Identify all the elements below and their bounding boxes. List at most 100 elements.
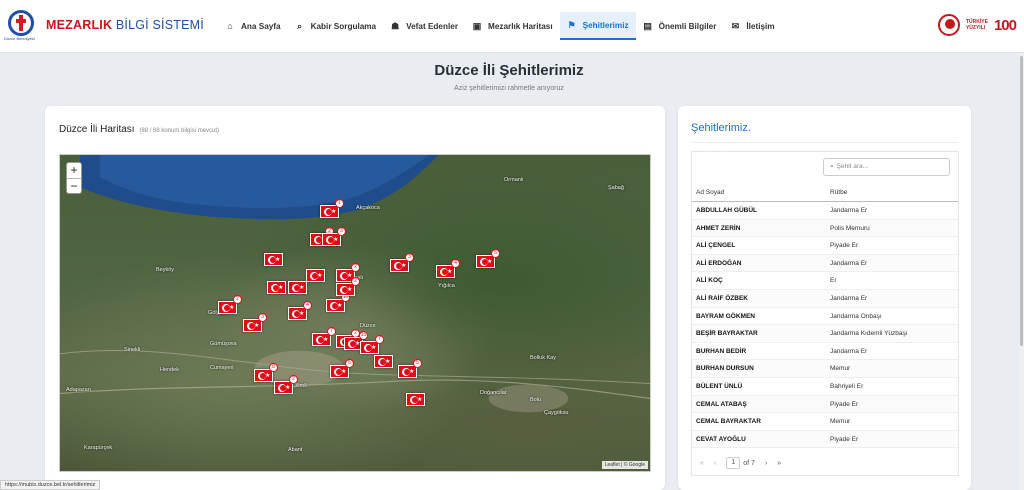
table-row[interactable]: CEMAL ATABAŞ Piyade Er xyxy=(692,395,958,414)
nav-label: Önemli Bilgiler xyxy=(658,21,717,31)
table-row[interactable]: BEŞİR BAYRAKTAR Jandarma Kıdemli Yüzbaşı xyxy=(692,325,958,343)
nav-iletisim[interactable]: ✉ İletişim xyxy=(723,12,781,40)
cell-name: CEVAT AYOĞLU xyxy=(696,435,746,443)
brand[interactable]: Düzce Belediyesi MEZARLIK BİLGİ SİSTEMİ xyxy=(4,8,204,42)
place-label: Doğancılar xyxy=(480,390,507,396)
nav-label: Şehitlerimiz xyxy=(582,20,629,30)
martyr-marker[interactable]: ★ xyxy=(306,269,325,282)
status-url: https://mubis.duzce.bel.tr/sehitlerimiz xyxy=(0,480,101,490)
col-header-rank[interactable]: Rütbe xyxy=(830,189,847,196)
nav-vefat-edenler[interactable]: ☗ Vefat Edenler xyxy=(383,12,465,40)
next-page-button[interactable]: › xyxy=(765,460,767,467)
marker-count: 7 xyxy=(327,327,336,336)
martyr-marker[interactable]: ★ xyxy=(267,281,286,294)
nav-onemli-bilgiler[interactable]: ▤ Önemli Bilgiler xyxy=(636,12,724,40)
marker-count: 2 xyxy=(289,375,298,384)
nav-ana-sayfa[interactable]: ⌂ Ana Sayfa xyxy=(218,12,288,40)
zoom-in-button[interactable]: + xyxy=(67,163,81,178)
martyr-marker[interactable]: ★ 10 xyxy=(326,293,350,312)
place-label: Şabağ xyxy=(608,185,624,191)
place-label: Düzce xyxy=(360,323,376,329)
cell-rank: Piyade Er xyxy=(830,242,859,250)
table-row[interactable]: BÜLENT ÜNLÜ Bahriyeli Er xyxy=(692,377,958,396)
site-title-rest: BİLGİ SİSTEMİ xyxy=(112,18,204,32)
martyr-marker[interactable]: ★2 xyxy=(218,295,242,314)
col-header-name[interactable]: Ad Soyad xyxy=(696,189,724,196)
martyr-marker[interactable]: ★ 5 xyxy=(476,249,500,268)
table-row[interactable]: BURHAN BEDİR Jandarma Er xyxy=(692,342,958,361)
martyr-marker[interactable]: ★ 7 xyxy=(360,335,384,354)
table-row[interactable]: CEMAL BAYRAKTAR Memur xyxy=(692,413,958,431)
martyr-marker[interactable]: ★ 3 xyxy=(322,227,346,246)
nav-label: Vefat Edenler xyxy=(406,21,458,31)
list-title: Şehitlerimiz. xyxy=(691,122,751,134)
last-page-button[interactable]: » xyxy=(777,460,781,467)
martyr-marker[interactable]: ★ xyxy=(406,393,425,406)
marker-count: 4 xyxy=(451,259,460,268)
martyr-marker[interactable]: ★ 5 xyxy=(398,359,422,378)
martyr-marker[interactable]: ★ xyxy=(288,281,307,294)
map-attribution[interactable]: Leaflet | © Google xyxy=(601,461,648,469)
cell-name: ALİ RAİF ÖZBEK xyxy=(696,294,748,302)
marker-count: 7 xyxy=(375,335,384,344)
marker-count: 5 xyxy=(491,249,500,258)
marker-count: 3 xyxy=(258,313,267,322)
table-row[interactable]: ABDULLAH GÜBÜL Jandarma Er xyxy=(692,202,958,220)
marker-count: 2 xyxy=(351,277,360,286)
martyr-marker[interactable]: ★ 5 xyxy=(330,359,354,378)
map-card-title: Düzce İli Haritası (88 / 88 konum bilgis… xyxy=(59,124,219,135)
zoom-out-button[interactable]: − xyxy=(67,178,81,193)
martyrs-table: ⌕ Şehit ara... Ad Soyad Rütbe ABDULLAH GÜ… xyxy=(691,151,959,476)
table-row[interactable]: ALİ KOÇ Er xyxy=(692,272,958,290)
zoom-control: + − xyxy=(66,162,82,194)
cell-rank: Jandarma Onbaşı xyxy=(830,312,882,320)
first-page-button[interactable]: « xyxy=(700,460,704,467)
martyr-marker[interactable]: ★ 1 xyxy=(320,199,344,218)
martyr-marker[interactable]: ★ xyxy=(374,355,393,368)
table-row[interactable]: BAYRAM GÖKMEN Jandarma Onbaşı xyxy=(692,307,958,326)
martyr-marker[interactable]: ★ 3 xyxy=(390,253,414,272)
martyr-marker[interactable]: ★2 xyxy=(336,277,360,296)
marker-count: 3 xyxy=(405,253,414,262)
site-title: MEZARLIK BİLGİ SİSTEMİ xyxy=(46,18,204,32)
marker-count: 5 xyxy=(413,359,422,368)
place-label: Cumayeri xyxy=(210,365,234,371)
table-row[interactable]: BURHAN DURSUN Memur xyxy=(692,360,958,378)
table-row[interactable]: ALİ RAİF ÖZBEK Jandarma Er xyxy=(692,289,958,308)
page-number-input[interactable]: 1 xyxy=(726,457,741,469)
nav-mezarlik-haritasi[interactable]: ▣ Mezarlık Haritası xyxy=(465,12,560,40)
marker-count: 3 xyxy=(337,227,346,236)
table-row[interactable]: CEVAT AYOĞLU Piyade Er xyxy=(692,430,958,449)
satellite-map[interactable]: + − Akçakoca Kaynaşlı Gölyaka Gümüşova C… xyxy=(59,154,651,472)
martyr-marker[interactable]: ★ 4 xyxy=(288,301,312,320)
martyr-marker[interactable]: ★ 4 xyxy=(436,259,460,278)
martyr-marker[interactable]: ★ 7 xyxy=(312,327,336,346)
table-row[interactable]: ALİ ÇENGEL Piyade Er xyxy=(692,237,958,255)
cell-name: BURHAN BEDİR xyxy=(696,347,747,355)
cell-rank: Jandarma Er xyxy=(830,259,868,267)
turkiye-yuzyili-text: TÜRKİYE YÜZYILI xyxy=(965,19,988,31)
place-label: Gümüşova xyxy=(210,341,237,347)
prev-page-button[interactable]: ‹ xyxy=(714,460,716,467)
cell-rank: Piyade Er xyxy=(830,435,859,443)
page-scrollbar[interactable] xyxy=(1019,54,1024,490)
table-row[interactable]: AHMET ZERİN Polis Memuru xyxy=(692,219,958,238)
site-title-bold: MEZARLIK xyxy=(46,18,113,32)
search-input[interactable]: ⌕ Şehit ara... xyxy=(823,158,950,176)
users-icon: ☗ xyxy=(391,21,400,31)
cell-rank: Memur xyxy=(830,418,851,426)
place-label: Adapazarı xyxy=(66,387,92,393)
martyr-marker[interactable]: ★ 3 xyxy=(243,313,267,332)
mail-icon: ✉ xyxy=(731,21,740,31)
place-label: Beyköy xyxy=(156,267,175,273)
martyr-marker[interactable]: ★2 xyxy=(274,375,298,394)
table-row[interactable]: ALİ ERDOĞAN Jandarma Er xyxy=(692,254,958,273)
nav-kabir-sorgulama[interactable]: ⌕ Kabir Sorgulama xyxy=(288,12,384,40)
cell-name: BÜLENT ÜNLÜ xyxy=(696,382,743,390)
martyr-marker[interactable]: ★ 8 xyxy=(254,363,278,382)
place-label: Hendek xyxy=(160,367,179,373)
martyr-marker[interactable]: ★ xyxy=(264,253,283,266)
nav-sehitlerimiz[interactable]: ⚑ Şehitlerimiz xyxy=(559,12,636,40)
cell-name: CEMAL ATABAŞ xyxy=(696,400,747,408)
marker-count: 5 xyxy=(345,359,354,368)
